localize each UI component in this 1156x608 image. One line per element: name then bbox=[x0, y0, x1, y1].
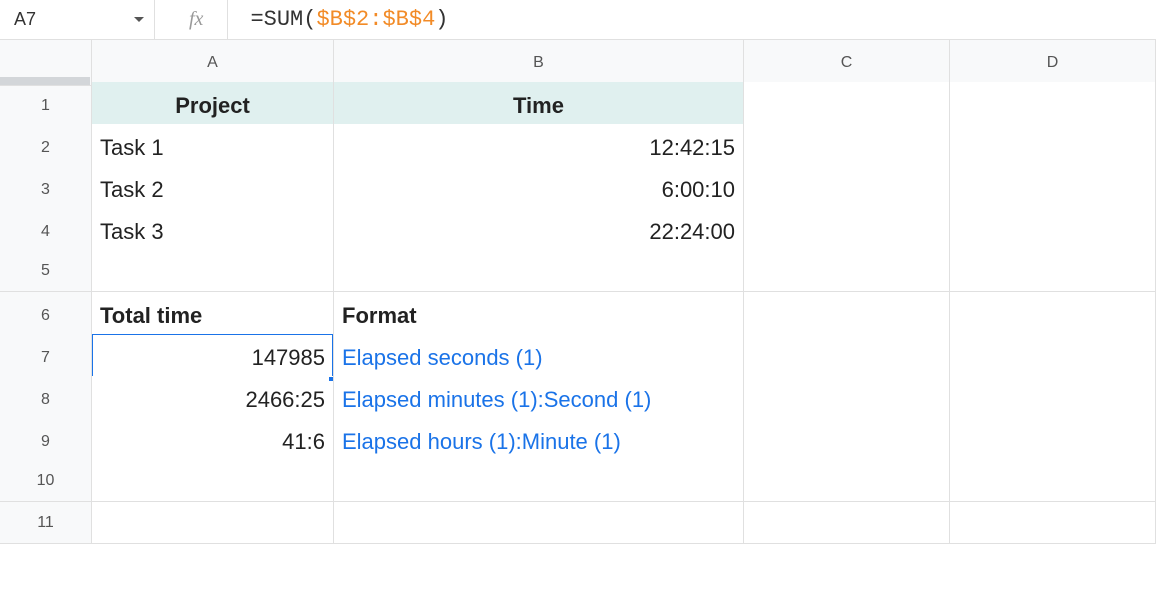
row-header-9[interactable]: 9 bbox=[0, 418, 92, 466]
row-header-1[interactable]: 1 bbox=[0, 82, 92, 130]
select-all-corner[interactable] bbox=[0, 40, 92, 86]
cell-A1[interactable]: Project bbox=[92, 82, 334, 130]
cell-C3[interactable] bbox=[744, 166, 950, 214]
col-header-A[interactable]: A bbox=[92, 40, 334, 86]
cell-B3[interactable]: 6:00:10 bbox=[334, 166, 744, 214]
cell-D1[interactable] bbox=[950, 82, 1156, 130]
cell-A7-value: 147985 bbox=[252, 345, 325, 371]
formula-suffix: ) bbox=[435, 7, 448, 32]
row-header-2[interactable]: 2 bbox=[0, 124, 92, 172]
cell-D11[interactable] bbox=[950, 502, 1156, 544]
row-header-7[interactable]: 7 bbox=[0, 334, 92, 382]
cell-A6[interactable]: Total time bbox=[92, 292, 334, 340]
cell-B10[interactable] bbox=[334, 460, 744, 502]
row-header-3[interactable]: 3 bbox=[0, 166, 92, 214]
cell-D10[interactable] bbox=[950, 460, 1156, 502]
cell-reference: A7 bbox=[14, 9, 36, 30]
cell-C2[interactable] bbox=[744, 124, 950, 172]
cell-C7[interactable] bbox=[744, 334, 950, 382]
cell-D4[interactable] bbox=[950, 208, 1156, 256]
col-header-B[interactable]: B bbox=[334, 40, 744, 86]
formula-range: $B$2:$B$4 bbox=[316, 7, 435, 32]
cell-C8[interactable] bbox=[744, 376, 950, 424]
cell-C11[interactable] bbox=[744, 502, 950, 544]
formula-bar: A7 fx =SUM($B$2:$B$4) bbox=[0, 0, 1156, 40]
cell-B2[interactable]: 12:42:15 bbox=[334, 124, 744, 172]
cell-B9[interactable]: Elapsed hours (1):Minute (1) bbox=[334, 418, 744, 466]
cell-A9[interactable]: 41:6 bbox=[92, 418, 334, 466]
cell-B4[interactable]: 22:24:00 bbox=[334, 208, 744, 256]
cell-B8[interactable]: Elapsed minutes (1):Second (1) bbox=[334, 376, 744, 424]
formula-input[interactable]: =SUM($B$2:$B$4) bbox=[228, 0, 1156, 40]
cell-C10[interactable] bbox=[744, 460, 950, 502]
col-header-D[interactable]: D bbox=[950, 40, 1156, 86]
cell-C9[interactable] bbox=[744, 418, 950, 466]
cell-C5[interactable] bbox=[744, 250, 950, 292]
cell-A7[interactable]: 147985 bbox=[92, 334, 334, 382]
row-header-10[interactable]: 10 bbox=[0, 460, 92, 502]
row-header-4[interactable]: 4 bbox=[0, 208, 92, 256]
fx-icon: fx bbox=[155, 0, 228, 40]
cell-A8[interactable]: 2466:25 bbox=[92, 376, 334, 424]
row-header-5[interactable]: 5 bbox=[0, 250, 92, 292]
cell-A5[interactable] bbox=[92, 250, 334, 292]
cell-A4[interactable]: Task 3 bbox=[92, 208, 334, 256]
row-header-11[interactable]: 11 bbox=[0, 502, 92, 544]
cell-C1[interactable] bbox=[744, 82, 950, 130]
row-header-8[interactable]: 8 bbox=[0, 376, 92, 424]
cell-B1[interactable]: Time bbox=[334, 82, 744, 130]
cell-D7[interactable] bbox=[950, 334, 1156, 382]
cell-A3[interactable]: Task 2 bbox=[92, 166, 334, 214]
cell-C4[interactable] bbox=[744, 208, 950, 256]
cell-C6[interactable] bbox=[744, 292, 950, 340]
cell-B11[interactable] bbox=[334, 502, 744, 544]
col-header-C[interactable]: C bbox=[744, 40, 950, 86]
cell-D8[interactable] bbox=[950, 376, 1156, 424]
cell-D3[interactable] bbox=[950, 166, 1156, 214]
cell-B5[interactable] bbox=[334, 250, 744, 292]
chevron-down-icon[interactable] bbox=[134, 17, 144, 22]
cell-A10[interactable] bbox=[92, 460, 334, 502]
cell-D2[interactable] bbox=[950, 124, 1156, 172]
name-box[interactable]: A7 bbox=[0, 0, 155, 40]
cell-B7[interactable]: Elapsed seconds (1) bbox=[334, 334, 744, 382]
cell-A11[interactable] bbox=[92, 502, 334, 544]
formula-prefix: =SUM( bbox=[250, 7, 316, 32]
spreadsheet-grid: A B C D 1 Project Time 2 Task 1 12:42:15… bbox=[0, 40, 1156, 544]
cell-A2[interactable]: Task 1 bbox=[92, 124, 334, 172]
cell-D5[interactable] bbox=[950, 250, 1156, 292]
cell-D6[interactable] bbox=[950, 292, 1156, 340]
cell-B6[interactable]: Format bbox=[334, 292, 744, 340]
cell-D9[interactable] bbox=[950, 418, 1156, 466]
row-header-6[interactable]: 6 bbox=[0, 292, 92, 340]
